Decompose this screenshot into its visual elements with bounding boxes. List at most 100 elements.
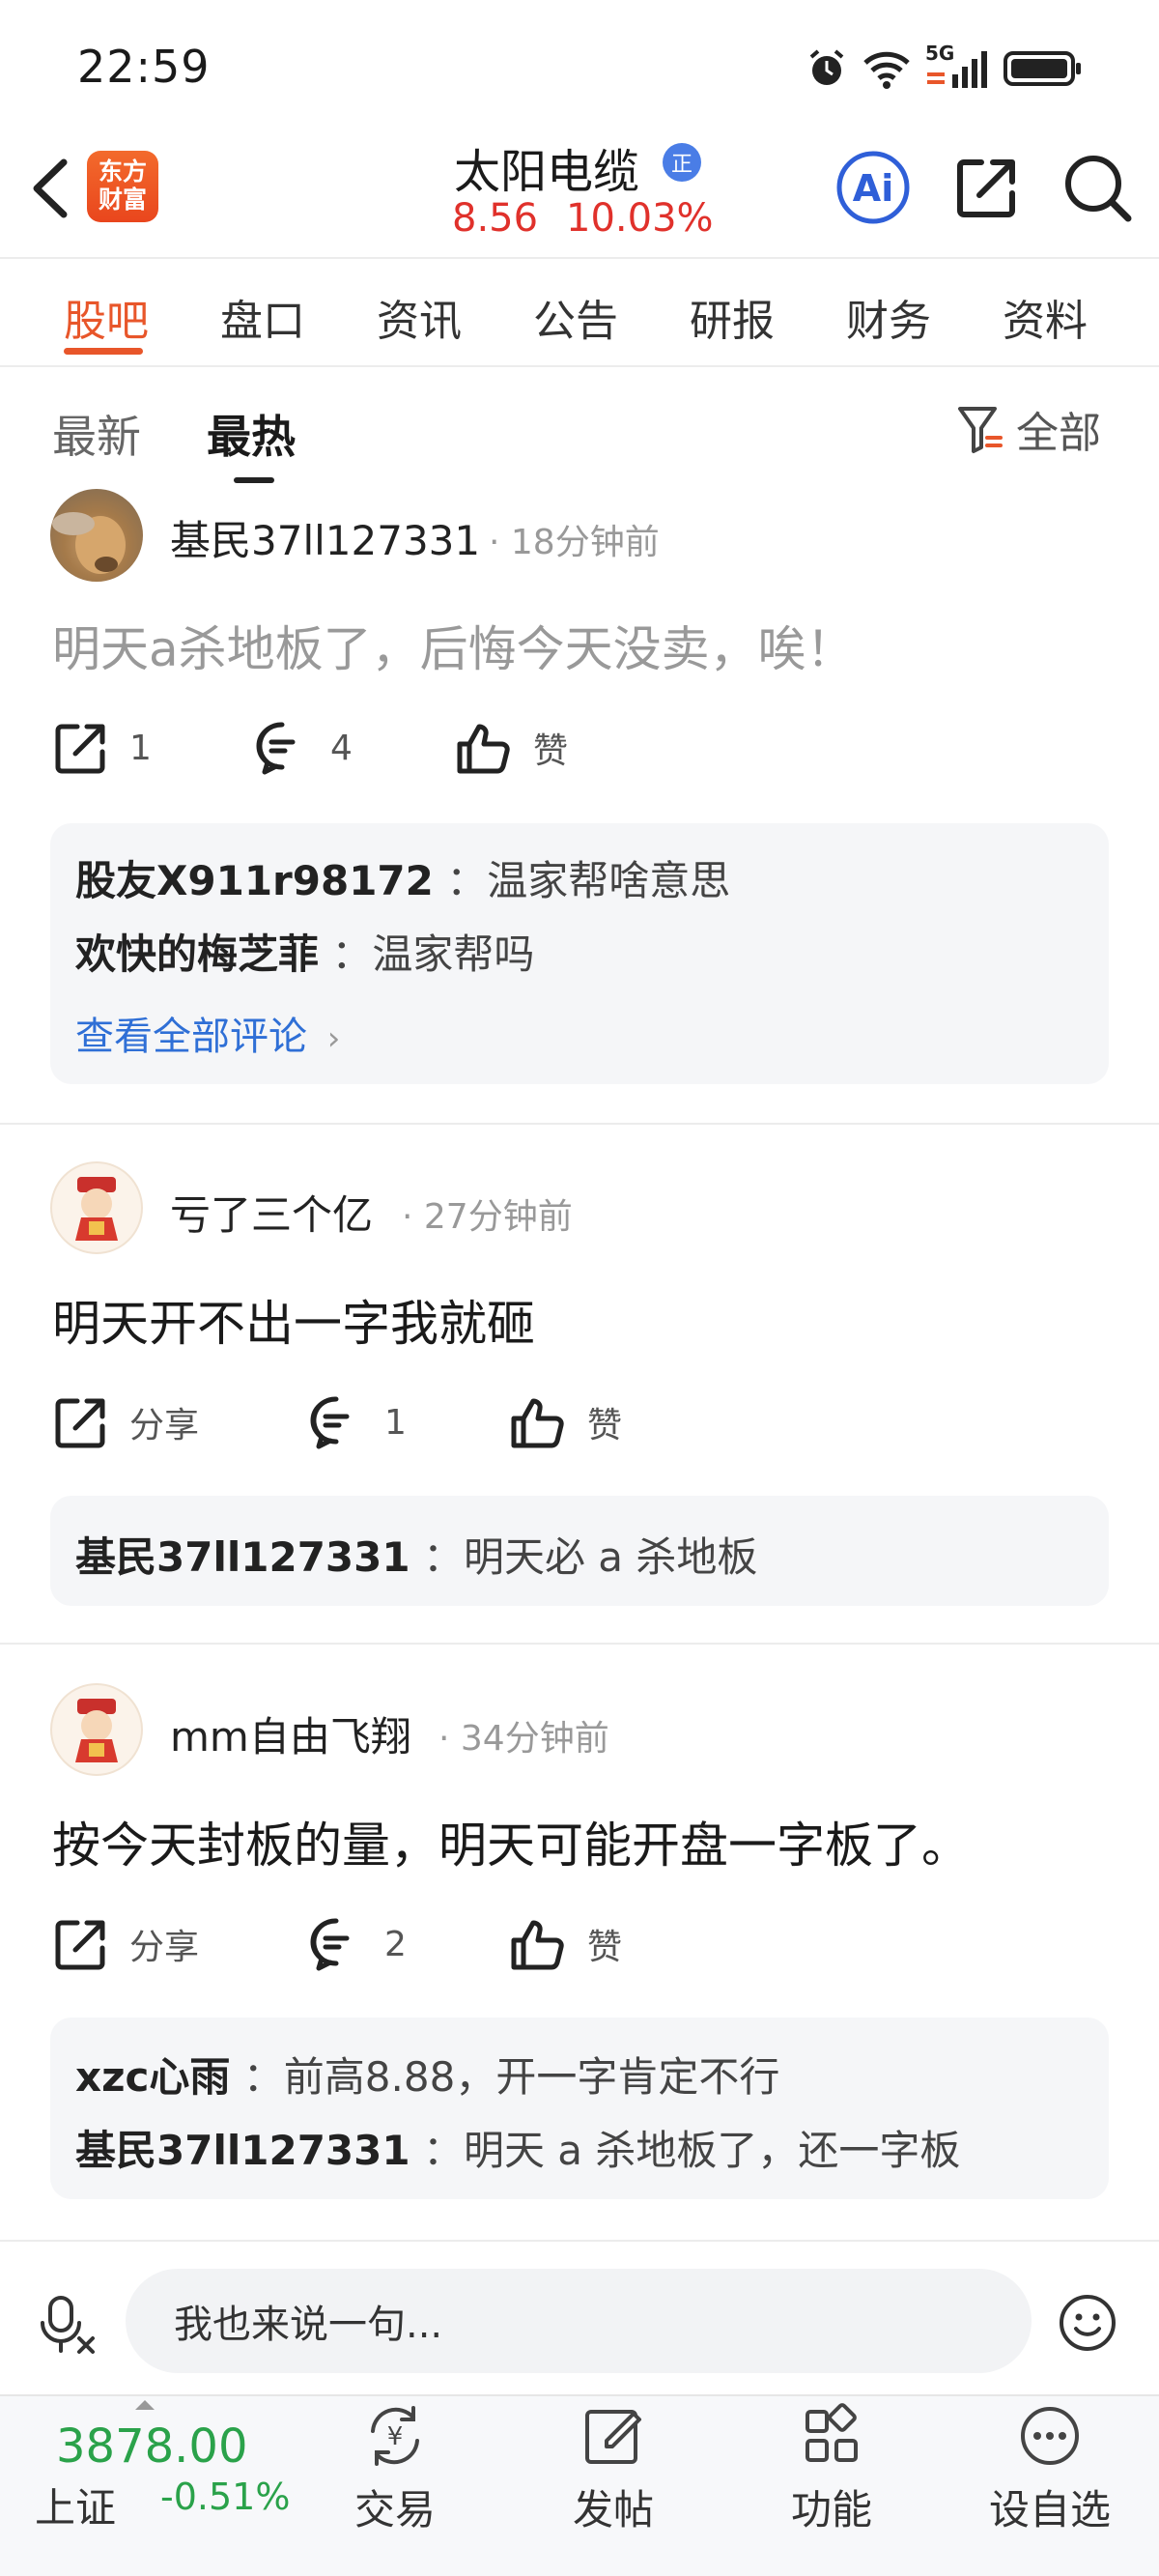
avatar[interactable]: [50, 489, 143, 582]
comment-action[interactable]: 4: [253, 719, 353, 777]
chevron-left-icon: [33, 158, 68, 218]
share-count: 1: [129, 728, 152, 768]
avatar[interactable]: [50, 1161, 143, 1254]
thumbs-up-icon: [511, 1920, 564, 1970]
tab-trade[interactable]: ¥ 交易: [323, 2402, 467, 2536]
svg-text:¥: ¥: [387, 2422, 404, 2451]
share-icon: [55, 724, 105, 774]
tab-announcements[interactable]: 公告: [533, 286, 618, 348]
more-icon: [1021, 2407, 1079, 2465]
post-text[interactable]: 按今天封板的量，明天可能开盘一字板了。: [52, 1807, 970, 1876]
comment-icon: [256, 722, 296, 775]
share-icon: [957, 159, 1015, 217]
trade-icon: ¥: [371, 2406, 419, 2466]
index-change: -0.51%: [160, 2476, 291, 2518]
avatar[interactable]: [50, 1683, 143, 1776]
filter-label: 全部: [1016, 409, 1101, 458]
comment-action[interactable]: 2: [307, 1915, 407, 1973]
post-username[interactable]: 基民37ll127331: [170, 508, 480, 567]
like-label: 赞: [587, 1406, 623, 1445]
ai-icon: Ai: [836, 151, 910, 224]
subtab-hottest[interactable]: 最热: [207, 402, 296, 466]
compose-icon: [585, 2410, 641, 2464]
emoji-button[interactable]: [1057, 2292, 1118, 2354]
reply-text: ：温家帮啥意思: [446, 857, 731, 904]
post-time: · 18分钟前: [489, 523, 660, 562]
search-button[interactable]: [1060, 151, 1134, 224]
comment-count: 4: [330, 728, 353, 768]
tab-pankou[interactable]: 盘口: [220, 286, 305, 348]
tab-news[interactable]: 资讯: [377, 286, 462, 348]
share-action[interactable]: 分享: [52, 1915, 199, 1973]
share-action[interactable]: 1: [52, 719, 152, 777]
comment-action[interactable]: 1: [307, 1393, 407, 1451]
reply-user[interactable]: xzc心雨: [75, 2053, 230, 2101]
tab-research[interactable]: 研报: [690, 286, 775, 348]
like-action[interactable]: 赞: [508, 1915, 622, 1973]
reply-user[interactable]: 基民37ll127331: [75, 2127, 410, 2174]
reply-item: 欢快的梅芝菲 ：温家帮吗: [75, 922, 534, 981]
status-badge: 正: [663, 143, 701, 182]
post-username[interactable]: 亏了三个亿: [170, 1183, 373, 1242]
tab-profile[interactable]: 资料: [1003, 286, 1088, 348]
share-label: 分享: [129, 1406, 200, 1445]
reply-preview[interactable]: 基民37ll127331 ：明天必 a 杀地板: [50, 1496, 1109, 1606]
comment-input[interactable]: 我也来说一句...: [126, 2269, 1032, 2373]
reply-user[interactable]: 股友X911r98172: [75, 857, 434, 904]
thumbs-up-icon: [457, 724, 510, 774]
filter-button[interactable]: 全部: [956, 400, 1101, 458]
share-action[interactable]: 分享: [52, 1393, 199, 1451]
tab-add-watchlist-label: 设自选: [988, 2486, 1111, 2533]
tab-guba[interactable]: 股吧: [64, 286, 149, 348]
post-time: · 34分钟前: [438, 1719, 609, 1759]
active-tab-indicator: [64, 348, 143, 355]
ai-button[interactable]: Ai: [834, 149, 912, 226]
share-button[interactable]: [952, 153, 1022, 222]
like-action[interactable]: 赞: [508, 1393, 622, 1451]
tab-post[interactable]: 发帖: [541, 2402, 686, 2536]
logo-text-top: 东方: [98, 157, 147, 186]
reply-user[interactable]: 基民37ll127331: [75, 1533, 410, 1581]
post-text[interactable]: 明天开不出一字我就砸: [52, 1285, 535, 1355]
reply-user[interactable]: 欢快的梅芝菲: [75, 930, 319, 978]
reply-text: ：温家帮吗: [331, 930, 535, 978]
signal-icon: 5G: [925, 42, 989, 92]
post-username[interactable]: mm自由飞翔: [170, 1704, 411, 1763]
reply-preview[interactable]: 股友X911r98172 ：温家帮啥意思 欢快的梅芝菲 ：温家帮吗 查看全部评论…: [50, 823, 1109, 1084]
view-all-label: 查看全部评论: [75, 1015, 307, 1059]
fortune-god-avatar-icon: [75, 1177, 118, 1241]
comment-input-placeholder: 我也来说一句...: [174, 2303, 443, 2347]
reply-preview[interactable]: xzc心雨 ：前高8.88，开一字肯定不行 基民37ll127331 ：明天 a…: [50, 2018, 1109, 2199]
index-value[interactable]: 3878.00: [56, 2419, 248, 2474]
tab-add-watchlist[interactable]: 设自选: [977, 2402, 1122, 2536]
wifi-icon: [863, 51, 910, 89]
reply-text: ：明天 a 杀地板了，还一字板: [422, 2127, 961, 2174]
battery-icon: [1004, 51, 1081, 86]
tab-functions[interactable]: 功能: [759, 2402, 904, 2536]
tab-finance[interactable]: 财务: [846, 286, 931, 348]
post-text[interactable]: 明天a杀地板了，后悔今天没卖，唉！: [52, 611, 855, 680]
post-divider: [0, 1123, 1159, 1125]
thumbs-up-icon: [511, 1398, 564, 1448]
header-divider: [0, 257, 1159, 259]
clock: 22:59: [77, 41, 211, 93]
subtab-latest[interactable]: 最新: [52, 402, 141, 466]
microphone-icon: [41, 2296, 95, 2354]
fortune-god-avatar-icon: [75, 1699, 118, 1762]
index-name[interactable]: 上证: [35, 2476, 116, 2534]
app-logo[interactable]: 东方 财富: [87, 151, 158, 222]
back-button[interactable]: [21, 155, 79, 222]
reply-item: xzc心雨 ：前高8.88，开一字肯定不行: [75, 2045, 779, 2104]
view-all-comments-link[interactable]: 查看全部评论 ›: [75, 1005, 340, 1061]
svg-text:Ai: Ai: [853, 167, 893, 210]
post-time: · 27分钟前: [402, 1197, 573, 1237]
logo-text-bottom: 财富: [98, 186, 147, 214]
voice-input-button[interactable]: [37, 2290, 104, 2358]
comment-count: 1: [384, 1402, 407, 1443]
share-label: 分享: [129, 1928, 200, 1967]
reply-item: 股友X911r98172 ：温家帮啥意思: [75, 848, 730, 907]
comment-icon: [310, 1396, 350, 1449]
chevron-right-icon: ›: [326, 1019, 341, 1058]
stock-name[interactable]: 太阳电缆: [454, 133, 639, 201]
like-action[interactable]: 赞: [454, 719, 568, 777]
